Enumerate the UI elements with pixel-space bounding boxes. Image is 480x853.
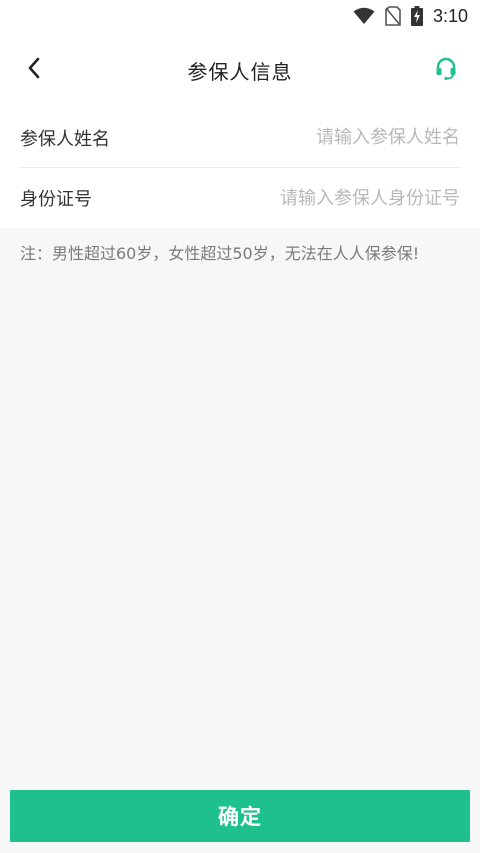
chevron-left-icon bbox=[27, 57, 41, 83]
id-label: 身份证号 bbox=[20, 189, 92, 210]
confirm-button[interactable]: 确定 bbox=[10, 790, 470, 842]
insured-info-form: 参保人姓名 身份证号 bbox=[0, 108, 480, 228]
age-limit-note: 注：男性超过60岁，女性超过50岁，无法在人人保参保! bbox=[20, 244, 420, 263]
headset-icon bbox=[434, 56, 458, 84]
id-number-input[interactable] bbox=[200, 187, 460, 209]
back-button[interactable] bbox=[14, 50, 54, 90]
status-time: 3:10 bbox=[432, 5, 468, 26]
id-row: 身份证号 bbox=[20, 168, 460, 228]
name-label: 参保人姓名 bbox=[20, 128, 110, 150]
screen: 3:10 参保人信息 参保人姓名 请输入参保人姓名 身份证号 请输入参保人身份证… bbox=[0, 0, 480, 853]
name-input[interactable] bbox=[200, 127, 460, 148]
name-row: 参保人姓名 bbox=[20, 108, 460, 168]
customer-service-button[interactable] bbox=[428, 52, 464, 88]
battery-charging-icon bbox=[410, 6, 423, 26]
page-title: 参保人信息 bbox=[187, 59, 293, 84]
no-sim-icon bbox=[385, 6, 401, 26]
wifi-icon bbox=[353, 7, 375, 25]
status-bar: 3:10 bbox=[0, 0, 480, 32]
header: 参保人信息 bbox=[0, 32, 480, 108]
